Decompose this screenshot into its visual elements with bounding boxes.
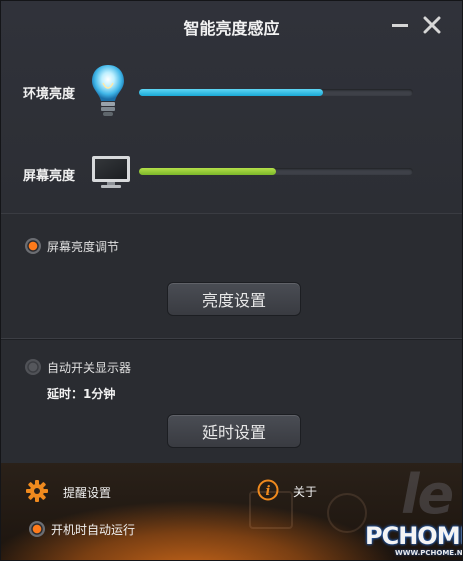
footer-panel: le 提醒设置 i 关于 开机时自动运行 PCHOM WWW.PCHOME.N <box>1 463 462 560</box>
brightness-settings-button[interactable]: 亮度设置 <box>167 282 301 316</box>
minimize-button[interactable] <box>389 15 411 35</box>
ambient-brightness-label: 环境亮度 <box>23 87 76 102</box>
minimize-icon <box>392 23 408 27</box>
close-icon <box>423 16 441 34</box>
delay-status-text: 延时：1分钟 <box>47 387 116 401</box>
delay-settings-button[interactable]: 延时设置 <box>167 414 301 448</box>
gear-icon[interactable] <box>25 479 49 503</box>
reminder-settings-link[interactable]: 提醒设置 <box>63 484 111 501</box>
background-decoration <box>327 493 367 533</box>
ambient-brightness-fill <box>139 89 323 96</box>
brightness-adjust-radio[interactable] <box>25 238 41 254</box>
ambient-brightness-slider[interactable] <box>139 89 413 96</box>
svg-text:i: i <box>266 484 271 499</box>
auto-display-label: 自动开关显示器 <box>47 361 132 375</box>
watermark-subtext: WWW.PCHOME.NET <box>395 549 462 557</box>
header-panel: 智能亮度感应 环境亮度 屏幕亮度 <box>1 1 462 213</box>
screen-brightness-slider[interactable] <box>139 168 413 175</box>
screen-brightness-fill <box>139 168 276 175</box>
settings-panel: 屏幕亮度调节 亮度设置 自动开关显示器 延时：1分钟 延时设置 <box>1 213 462 464</box>
info-icon[interactable]: i <box>257 479 279 501</box>
auto-display-radio[interactable] <box>25 359 41 375</box>
autostart-label: 开机时自动运行 <box>51 523 136 537</box>
monitor-icon <box>92 156 130 188</box>
section-divider <box>1 338 462 340</box>
background-logo-fragment: le <box>401 463 454 526</box>
light-bulb-icon <box>92 65 124 116</box>
brightness-adjust-label: 屏幕亮度调节 <box>47 240 120 254</box>
brightness-sensor-window: 智能亮度感应 环境亮度 屏幕亮度 屏幕亮度调节 亮度设置 自动开关显示器 延时：… <box>0 0 463 561</box>
watermark-text: PCHOME <box>365 522 462 550</box>
screen-brightness-label: 屏幕亮度 <box>23 169 76 184</box>
close-button[interactable] <box>421 15 443 35</box>
autostart-radio[interactable] <box>29 521 45 537</box>
pchome-watermark: PCHOME WWW.PCHOME.NET <box>365 522 462 560</box>
about-link[interactable]: 关于 <box>293 483 317 500</box>
